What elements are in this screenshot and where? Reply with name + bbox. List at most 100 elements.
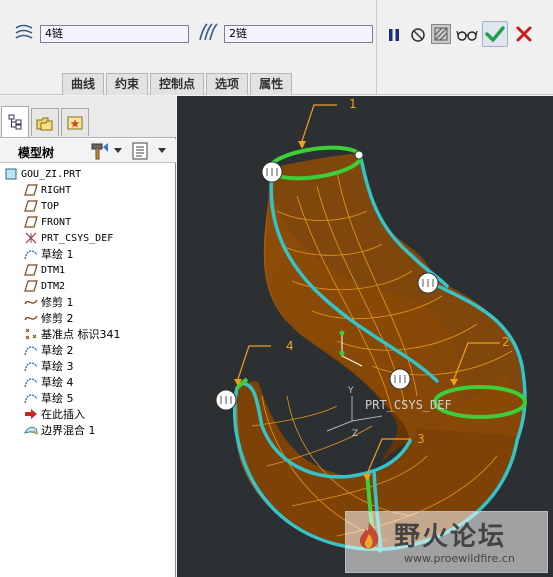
tree-item[interactable]: 草绘 1 (24, 246, 74, 262)
graphics-window[interactable]: Y Z PRT_CSYS_DEF 1 2 3 4 野火论坛 www.proewi… (177, 96, 553, 577)
hammer-icon (91, 143, 108, 160)
verify-button[interactable] (455, 25, 479, 45)
part-icon (4, 167, 18, 181)
chain-label-3: 3 (417, 432, 425, 446)
second-direction-chain-field[interactable]: 2链 (224, 25, 373, 43)
tree-item-label: FRONT (41, 216, 72, 228)
tree-item[interactable]: 草绘 4 (24, 374, 74, 390)
model-tree-icon (8, 114, 22, 130)
tab-properties[interactable]: 属性 (250, 73, 293, 95)
tree-item-label: 基准点 标识341 (41, 328, 121, 341)
x-cancel-icon (516, 26, 532, 42)
trim-icon (24, 311, 38, 325)
datum-plane-icon (24, 263, 38, 277)
tree-item-label: DTM2 (41, 280, 66, 292)
datum-plane-icon (24, 199, 38, 213)
pause-button[interactable] (384, 25, 404, 45)
divider (376, 0, 377, 95)
preview-button[interactable] (431, 24, 451, 44)
tree-item[interactable]: PRT_CSYS_DEF (24, 230, 113, 246)
tree-item[interactable]: TOP (24, 198, 59, 214)
blend-curves-icon[interactable] (197, 22, 219, 42)
tree-settings-button[interactable] (90, 141, 124, 161)
sketch-icon (24, 375, 38, 389)
tree-item-label: 草绘 4 (41, 376, 74, 389)
tree-item[interactable]: 在此插入 (24, 406, 85, 422)
blend-curves-icon[interactable] (14, 22, 36, 42)
blend-dashboard: 4链 2链 曲线 约束 控制点 选项 属性 (0, 0, 553, 95)
tree-item[interactable]: 基准点 标识341 (24, 326, 121, 342)
datum-plane-icon (24, 183, 38, 197)
insert-arrow-icon (24, 407, 38, 421)
cancel-button[interactable] (514, 24, 534, 44)
tree-item-label: RIGHT (41, 184, 72, 196)
tree-item[interactable]: 草绘 2 (24, 342, 74, 358)
tree-item[interactable]: DTM1 (24, 262, 65, 278)
list-icon (132, 142, 148, 160)
svg-text:Y: Y (347, 386, 354, 396)
watermark: 野火论坛 www.proewildfire.cn (345, 511, 548, 573)
checkmark-icon (485, 26, 505, 42)
tree-item-label: GOU_ZI.PRT (21, 168, 82, 180)
show-menu-button[interactable] (132, 141, 172, 161)
trim-icon (24, 295, 38, 309)
pause-icon (389, 29, 399, 41)
csys-icon (24, 231, 38, 245)
sketch-icon (24, 247, 38, 261)
tree-item[interactable]: 草绘 5 (24, 390, 74, 406)
tree-item-label: PRT_CSYS_DEF (41, 232, 114, 244)
sketch-icon (24, 343, 38, 357)
datum-plane-icon (24, 215, 38, 229)
chain-label-4: 4 (286, 339, 294, 353)
tree-item-label: DTM1 (41, 264, 66, 276)
preview-icon (434, 27, 448, 41)
model-tree-title: 模型树 (18, 146, 55, 160)
watermark-title: 野火论坛 (394, 522, 507, 552)
ok-button[interactable] (482, 21, 508, 47)
tree-item-label: 草绘 1 (41, 248, 74, 261)
tree-item-label: 草绘 2 (41, 344, 74, 357)
tree-item[interactable]: 修剪 1 (24, 294, 74, 310)
tree-item[interactable]: GOU_ZI.PRT (4, 166, 81, 182)
sketch-icon (24, 391, 38, 405)
first-direction-chain-field[interactable]: 4链 (40, 25, 189, 43)
tree-item-label: 修剪 1 (41, 296, 74, 309)
chevron-down-icon (158, 148, 166, 153)
tree-item-label: TOP (41, 200, 60, 212)
csys-label: PRT_CSYS_DEF (365, 398, 452, 412)
flame-logo-icon (359, 522, 379, 549)
tree-item-label: 草绘 3 (41, 360, 74, 373)
boundary-blend-icon (24, 423, 38, 437)
tree-item[interactable]: 草绘 3 (24, 358, 74, 374)
tree-item-label: 边界混合 1 (41, 424, 96, 437)
tab-constraints[interactable]: 约束 (106, 73, 149, 95)
tab-curves[interactable]: 曲线 (62, 73, 105, 95)
tree-item-label: 在此插入 (41, 408, 85, 421)
tree-item[interactable]: FRONT (24, 214, 71, 230)
svg-text:Z: Z (352, 429, 358, 439)
sketch-icon (24, 359, 38, 373)
navigator-panel: 模型树 GOU_ZI.PRT RIGHT TOP FRONT PRT_CSYS_DEF 草… (0, 96, 176, 577)
navigator-tabs (0, 96, 176, 138)
folder-icon (36, 117, 53, 130)
verify-glasses-icon (456, 30, 478, 41)
tab-folder-browser[interactable] (31, 108, 59, 136)
no-preview-icon (411, 28, 425, 42)
tree-item[interactable]: 修剪 2 (24, 310, 74, 326)
watermark-url: www.proewildfire.cn (404, 552, 515, 565)
dashboard-tabs: 曲线 约束 控制点 选项 属性 (62, 73, 294, 95)
tree-item[interactable]: 边界混合 1 (24, 422, 96, 438)
tree-item-label: 修剪 2 (41, 312, 74, 325)
tab-options[interactable]: 选项 (206, 73, 249, 95)
favorites-icon (67, 116, 83, 129)
tree-item[interactable]: DTM2 (24, 278, 65, 294)
datum-plane-icon (24, 279, 38, 293)
no-preview-button[interactable] (408, 25, 428, 45)
chevron-down-icon (114, 148, 122, 153)
tab-control-points[interactable]: 控制点 (150, 73, 205, 95)
tab-favorites[interactable] (61, 108, 89, 136)
tree-item[interactable]: RIGHT (24, 182, 71, 198)
tab-model-tree[interactable] (1, 106, 29, 137)
hook-model: Y Z PRT_CSYS_DEF 1 2 3 4 (215, 97, 527, 553)
datum-point-icon (24, 327, 38, 341)
